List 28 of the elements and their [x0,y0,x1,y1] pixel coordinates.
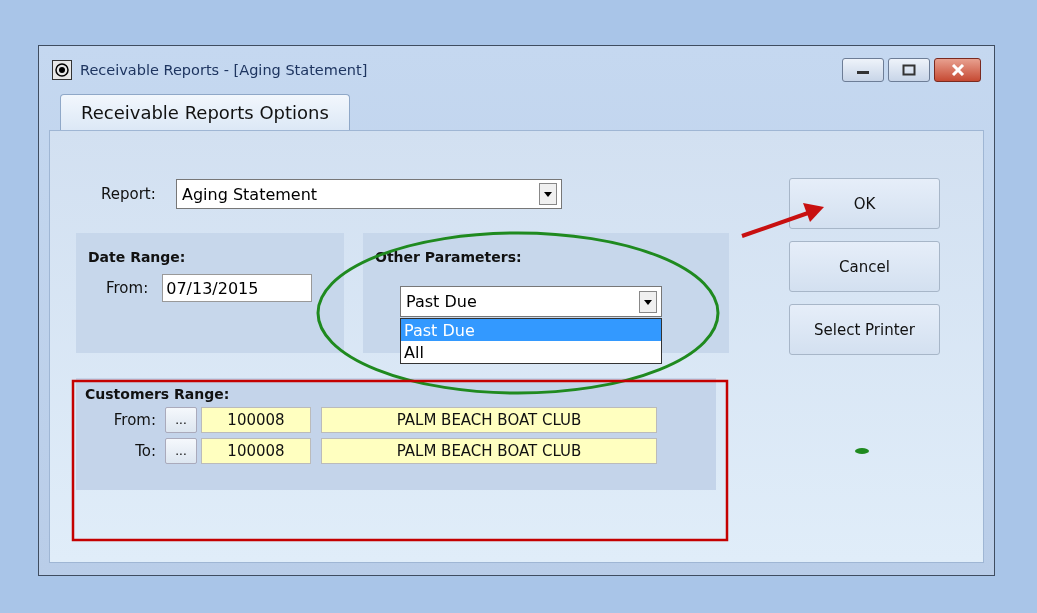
group-title: Customers Range: [85,386,231,402]
tab[interactable]: Receivable Reports Options [60,94,350,130]
dialog-button[interactable]: Select Printer [789,304,940,355]
maximize-icon [902,64,916,76]
browse-button[interactable]: ... [165,407,197,433]
maximize-button[interactable] [888,58,930,82]
minimize-button[interactable] [842,58,884,82]
window-title: Receivable Reports - [Aging Statement] [80,62,369,78]
customer-code-field[interactable]: 100008 [201,438,311,464]
dialog-button[interactable]: Cancel [789,241,940,292]
report-dropdown[interactable]: Aging Statement [176,179,562,209]
field-label: From: [106,279,149,297]
browse-button[interactable]: ... [165,438,197,464]
dropdown-option[interactable]: All [401,341,661,363]
dialog-button[interactable]: OK [789,178,940,229]
customer-code-field[interactable]: 100008 [201,407,311,433]
date-field[interactable]: 07/13/2015 [162,274,313,302]
field-label: To: [134,442,157,460]
close-button[interactable] [934,58,981,82]
parameter-dropdown[interactable]: Past Due [400,286,662,317]
field-label: Report: [100,185,157,203]
customer-name-field[interactable]: PALM BEACH BOAT CLUB [321,407,657,433]
annotation-dot [855,448,869,454]
field-label: From: [112,411,157,429]
group-title: Date Range: [88,249,187,265]
close-icon [950,64,965,76]
customer-name-field[interactable]: PALM BEACH BOAT CLUB [321,438,657,464]
app-icon[interactable] [52,60,72,80]
